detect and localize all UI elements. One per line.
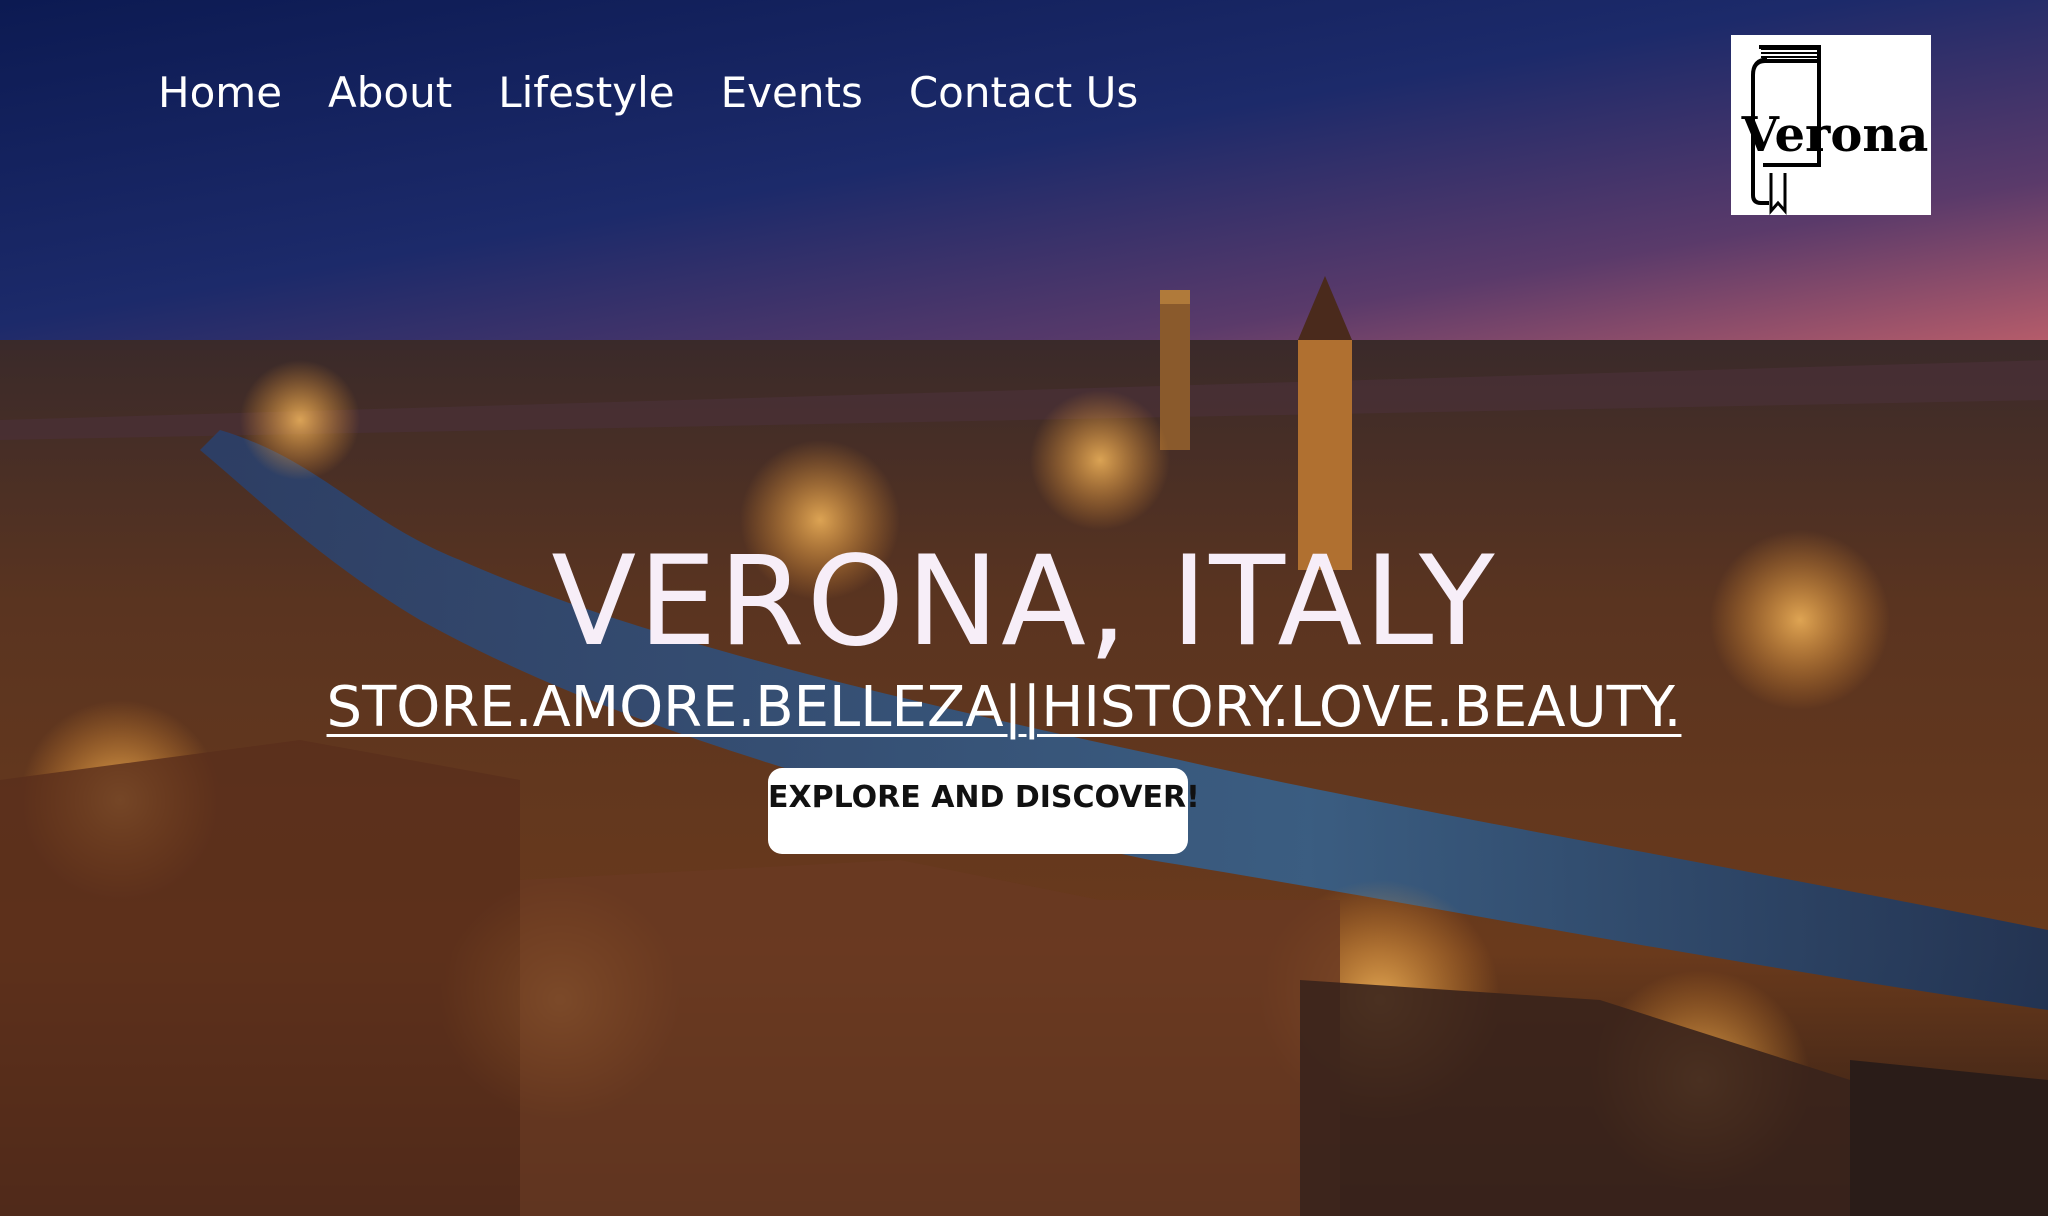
nav-home-link[interactable]: Home [158,72,282,114]
hero-tagline-link[interactable]: STORE.AMORE.BELLEZA||HISTORY.LOVE.BEAUTY… [0,680,2008,736]
hero-title: VERONA, ITALY [551,530,1497,674]
nav-contact-us-link[interactable]: Contact Us [909,72,1138,114]
hero-section: Home About Lifestyle Events Contact Us V… [0,0,2048,1216]
svg-text:Verona: Verona [1741,107,1929,163]
book-logo-icon: Verona [1741,45,1929,215]
explore-and-discover-button[interactable]: EXPLORE AND DISCOVER! [768,768,1200,854]
verona-logo[interactable]: Verona [1731,35,1931,215]
nav-lifestyle-link[interactable]: Lifestyle [498,72,674,114]
nav-about-link[interactable]: About [328,72,452,114]
main-nav: Home About Lifestyle Events Contact Us [158,72,1138,114]
nav-events-link[interactable]: Events [721,72,863,114]
